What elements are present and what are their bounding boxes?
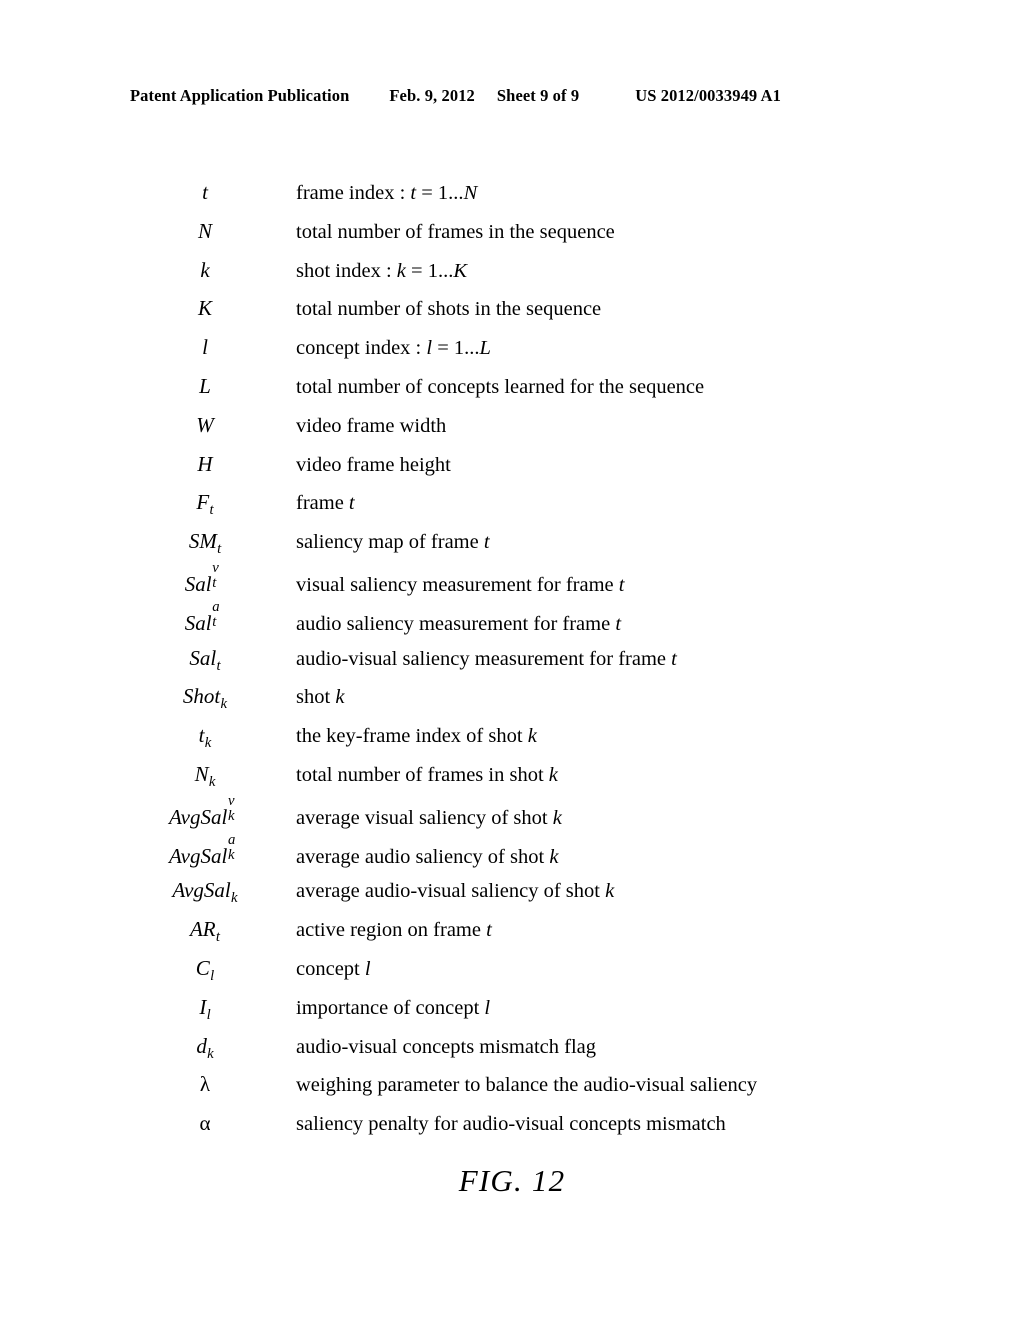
- symbol-row: Ntotal number of frames in the sequence: [130, 218, 900, 260]
- symbol-cell: Sal v t: [184, 560, 219, 596]
- symbol-row: Ktotal number of shots in the sequence: [130, 298, 900, 337]
- symbol-cell: L: [199, 373, 211, 398]
- symbol-description-cell: average visual saliency of shot k: [296, 806, 562, 829]
- symbol-cell: Shotk: [182, 684, 228, 713]
- symbol-cell: λ: [199, 1072, 211, 1097]
- symbol-cell: H: [197, 451, 213, 476]
- symbol-description-cell: video frame width: [296, 414, 447, 437]
- symbol-cell: SMt: [188, 529, 222, 558]
- symbol-cell: W: [196, 412, 214, 437]
- symbol-row: Sal a t audio saliency measurement for fram…: [130, 598, 900, 648]
- figure-caption: FIG. 12: [458, 1163, 566, 1198]
- symbol-cell: ARt: [189, 917, 221, 946]
- symbol-description-cell: total number of frames in shot k: [296, 763, 558, 786]
- symbol-row: AvgSal a k average audio saliency of shot k: [130, 831, 900, 881]
- symbol-description-cell: saliency penalty for audio-visual concep…: [296, 1113, 726, 1136]
- symbol-cell: AvgSal a k: [169, 831, 236, 868]
- symbol-description-cell: audio saliency measurement for frame t: [296, 612, 622, 635]
- symbol-description-cell: concept l: [296, 957, 371, 980]
- symbol-cell: Cl: [195, 955, 215, 984]
- symbol-cell: N: [197, 218, 212, 243]
- symbol-cell: AvgSalk: [172, 878, 238, 907]
- symbol-cell: k: [200, 257, 210, 282]
- symbol-row: Ft frame t: [130, 492, 900, 531]
- symbol-row: t frame index : t = 1...N: [130, 182, 900, 221]
- symbol-row: Hvideo frame height: [130, 451, 900, 493]
- symbol-cell: α: [199, 1111, 211, 1136]
- symbol-description-cell: shot index : k = 1...K: [296, 259, 468, 282]
- header-document-number: US 2012/0033949 A1: [635, 86, 781, 105]
- symbol-row: ARt active region on frame t: [130, 919, 900, 958]
- symbol-description-cell: audio-visual concepts mismatch flag: [296, 1035, 597, 1058]
- symbol-cell: tk: [198, 723, 212, 752]
- symbol-row: AvgSalk average audio-visual saliency of …: [130, 880, 900, 919]
- symbol-row: Ltotal number of concepts learned for th…: [130, 373, 900, 415]
- symbol-row: l concept index : l = 1...L: [130, 337, 900, 376]
- header-sheet-label: Sheet 9 of 9: [496, 86, 580, 105]
- symbol-row: λ weighing parameter to balance the audio…: [130, 1074, 900, 1113]
- symbol-description-cell: total number of concepts learned for the…: [296, 375, 705, 398]
- symbol-cell: Il: [199, 994, 211, 1023]
- symbol-definition-table: t frame index : t = 1...N Ntotal number of…: [130, 182, 900, 1152]
- symbol-description-cell: concept index : l = 1...L: [296, 337, 491, 360]
- symbol-description-cell: frame index : t = 1...N: [296, 182, 478, 204]
- symbol-description-cell: total number of frames in the sequence: [296, 220, 615, 243]
- symbol-description-cell: active region on frame t: [296, 919, 492, 942]
- symbol-row: α saliency penalty for audio-visual conce…: [130, 1113, 900, 1152]
- symbol-cell: dk: [196, 1033, 214, 1062]
- symbol-description-cell: average audio saliency of shot k: [296, 845, 559, 868]
- symbol-row: Sal v t visual saliency measurement for fra…: [130, 560, 900, 609]
- symbol-cell: l: [202, 335, 208, 360]
- symbol-description-cell: frame t: [296, 492, 355, 515]
- symbol-description-cell: visual saliency measurement for frame t: [296, 573, 625, 596]
- symbol-cell: K: [197, 296, 212, 321]
- symbol-row: dk audio-visual concepts mismatch flag: [130, 1033, 900, 1075]
- symbol-row: Wvideo frame width: [130, 412, 900, 454]
- symbol-description-cell: the key-frame index of shot k: [296, 725, 537, 748]
- symbol-description-cell: audio-visual saliency measurement for fr…: [296, 647, 677, 670]
- symbol-cell: Sal a t: [184, 598, 220, 635]
- symbol-cell: Salt: [189, 645, 221, 674]
- symbol-description-cell: shot k: [296, 686, 345, 709]
- symbol-description-cell: video frame height: [296, 453, 451, 476]
- symbol-cell: Ft: [196, 490, 214, 519]
- symbol-cell: Nk: [194, 761, 216, 790]
- page-header: Patent Application Publication Feb. 9, 2…: [130, 86, 894, 108]
- symbol-row: Shotk shot k: [130, 686, 900, 725]
- symbol-cell: AvgSal v k: [169, 792, 235, 829]
- symbol-description-cell: total number of shots in the sequence: [296, 298, 602, 321]
- symbol-row: Il importance of concept l: [130, 994, 900, 1036]
- symbol-row: k shot index : k = 1...K: [130, 257, 900, 299]
- header-date-label: Feb. 9, 2012: [389, 86, 475, 105]
- symbol-description-cell: saliency map of frame t: [296, 531, 490, 554]
- symbol-description-cell: average audio-visual saliency of shot k: [296, 880, 615, 903]
- symbol-description-cell: weighing parameter to balance the audio-…: [296, 1074, 758, 1097]
- symbol-description-cell: importance of concept l: [296, 996, 491, 1019]
- symbol-row: SMt saliency map of frame t: [130, 531, 900, 570]
- header-publication-label: Patent Application Publication: [130, 86, 350, 105]
- symbol-row: Nk total number of frames in shot k: [130, 764, 900, 803]
- symbol-cell: t: [202, 180, 208, 204]
- symbol-row: Cl concept l: [130, 958, 900, 997]
- symbol-row: Salt audio-visual saliency measurement fo…: [130, 645, 900, 687]
- symbol-row: AvgSal v k average visual saliency of shot …: [130, 792, 900, 842]
- symbol-row: tk the key-frame index of shot k: [130, 725, 900, 764]
